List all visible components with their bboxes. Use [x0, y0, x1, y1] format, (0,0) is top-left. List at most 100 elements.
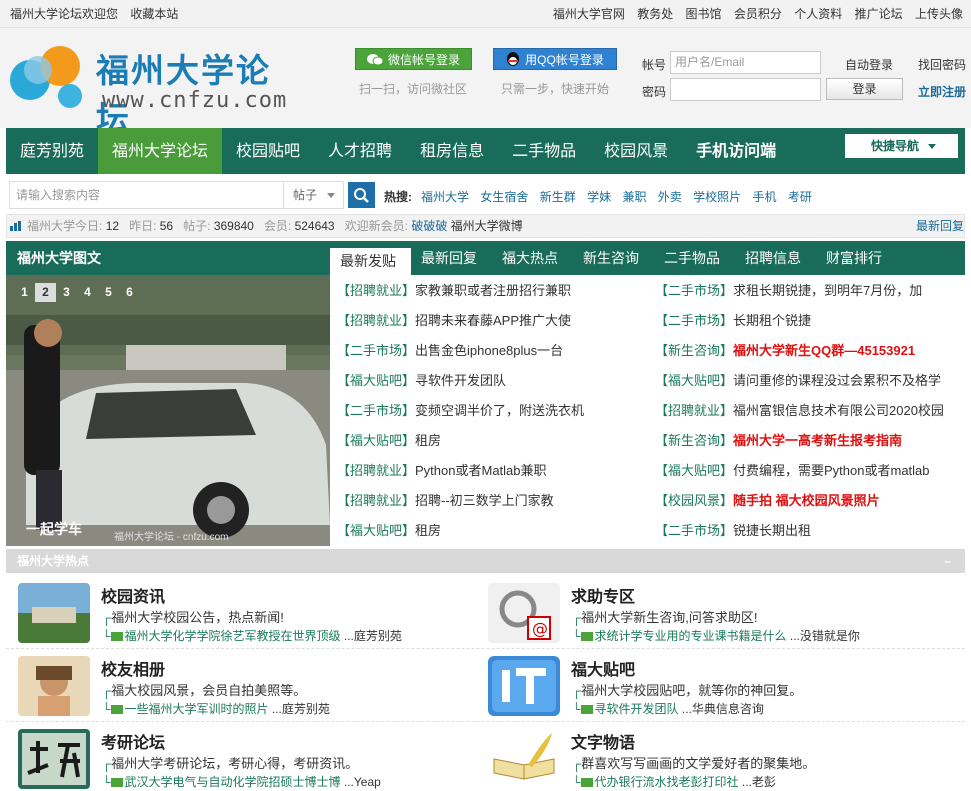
top-link-promote[interactable]: 推广论坛: [855, 7, 903, 21]
post-title[interactable]: 家教兼职或者注册招行兼职: [415, 283, 571, 298]
post-category[interactable]: 【福大贴吧】: [655, 373, 733, 388]
forum-latest-link[interactable]: 代办银行流水找老彭打印社: [595, 775, 739, 789]
hot-term[interactable]: 学妹: [587, 190, 611, 204]
slide-page-1[interactable]: 1: [14, 283, 35, 302]
wechat-login-button[interactable]: 微信帐号登录: [355, 48, 472, 70]
post-category[interactable]: 【二手市场】: [655, 523, 733, 538]
post-title[interactable]: 付费编程，需要Python或者matlab: [733, 463, 930, 478]
post-item[interactable]: 【福大贴吧】租房: [337, 516, 655, 546]
post-category[interactable]: 【福大贴吧】: [337, 433, 415, 448]
qq-login-button[interactable]: 用QQ帐号登录: [493, 48, 617, 70]
password-input[interactable]: [670, 78, 821, 101]
forum-name[interactable]: 文字物语: [571, 729, 635, 753]
post-category[interactable]: 【二手市场】: [655, 283, 733, 298]
post-category[interactable]: 【福大贴吧】: [337, 523, 415, 538]
forum-item[interactable]: 文字物语 ┌群喜欢写写画画的文学爱好者的聚集地。 └ 代办银行流水找老彭打印社 .…: [488, 726, 958, 791]
post-item[interactable]: 【二手市场】锐捷长期出租: [655, 516, 965, 546]
slide-page-2[interactable]: 2: [35, 283, 56, 302]
post-title[interactable]: 请问重修的课程没过会累积不及格学: [733, 373, 941, 388]
post-item[interactable]: 【新生咨询】福州大学一高考新生报考指南: [655, 426, 965, 456]
post-category[interactable]: 【新生咨询】: [655, 433, 733, 448]
post-category[interactable]: 【二手市场】: [655, 313, 733, 328]
post-title[interactable]: 福州富银信息技术有限公司2020校园: [733, 403, 944, 418]
tab-hot[interactable]: 福大热点: [492, 241, 573, 275]
tab-recruit[interactable]: 招聘信息: [735, 241, 816, 275]
post-category[interactable]: 【招聘就业】: [337, 493, 415, 508]
search-button[interactable]: [348, 182, 375, 208]
tab-latest-posts[interactable]: 最新发贴: [330, 248, 411, 275]
post-item[interactable]: 【二手市场】长期租个锐捷: [655, 306, 965, 336]
post-item[interactable]: 【福大贴吧】租房: [337, 426, 655, 456]
top-link-library[interactable]: 图书馆: [686, 7, 722, 21]
hot-term[interactable]: 考研: [788, 190, 812, 204]
post-category[interactable]: 【新生咨询】: [655, 343, 733, 358]
post-category[interactable]: 【福大贴吧】: [337, 373, 415, 388]
forum-latest-author[interactable]: 华典信息咨询: [692, 702, 764, 716]
post-category[interactable]: 【二手市场】: [337, 343, 415, 358]
post-item[interactable]: 【校园风景】随手拍 福大校园风景照片: [655, 486, 965, 516]
new-member-link[interactable]: 破破破: [411, 219, 447, 233]
forum-name[interactable]: 考研论坛: [101, 729, 165, 753]
forum-item[interactable]: 福大贴吧 ┌福州大学校园贴吧，就等你的神回复。 └ 寻软件开发团队 ...华典信息…: [488, 653, 958, 719]
post-category[interactable]: 【招聘就业】: [337, 313, 415, 328]
forum-item[interactable]: @ 求助专区 ┌福州大学新生咨询,问答求助区! └ 求统计学专业用的专业课书籍是什…: [488, 580, 958, 646]
search-type-select[interactable]: 帖子: [284, 181, 344, 209]
slideshow-photo[interactable]: 1 2 3 4 5 6 一起学车 福州大学论坛 - cnfzu.com: [6, 275, 330, 546]
nav-item-scenery[interactable]: 校园风景: [590, 128, 682, 174]
post-title[interactable]: 租房: [415, 433, 441, 448]
hot-term[interactable]: 新生群: [540, 190, 576, 204]
hot-term[interactable]: 学校照片: [693, 190, 741, 204]
post-item[interactable]: 【招聘就业】家教兼职或者注册招行兼职: [337, 276, 655, 306]
forum-item[interactable]: 考研论坛 ┌福州大学考研论坛，考研心得，考研资讯。 └ 武汉大学电气与自动化学院招…: [18, 726, 488, 791]
post-category[interactable]: 【招聘就业】: [655, 403, 733, 418]
post-item[interactable]: 【二手市场】出售金色iphone8plus一台: [337, 336, 655, 366]
post-title[interactable]: 求租长期锐捷，到明年7月份，加: [733, 283, 922, 298]
forum-latest-author[interactable]: Yeap: [354, 775, 381, 789]
forum-latest-author[interactable]: 庭芳别苑: [282, 702, 330, 716]
slide-page-6[interactable]: 6: [119, 283, 140, 302]
hot-term[interactable]: 女生宿舍: [480, 190, 528, 204]
find-password-link[interactable]: 找回密码: [918, 56, 966, 73]
bookmark-link[interactable]: 收藏本站: [130, 7, 178, 21]
post-item[interactable]: 【招聘就业】Python或者Matlab兼职: [337, 456, 655, 486]
quick-nav-button[interactable]: 快捷导航: [845, 134, 958, 158]
forum-latest-author[interactable]: 老彭: [752, 775, 776, 789]
forum-latest-link[interactable]: 武汉大学电气与自动化学院招硕士博士博: [125, 775, 341, 789]
latest-reply-link[interactable]: 最新回复: [916, 215, 964, 237]
post-item[interactable]: 【福大贴吧】付费编程，需要Python或者matlab: [655, 456, 965, 486]
weibo-link[interactable]: 福州大学微博: [451, 219, 523, 233]
forum-name[interactable]: 校园资讯: [101, 583, 165, 607]
nav-item-recruit[interactable]: 人才招聘: [314, 128, 406, 174]
top-link-official[interactable]: 福州大学官网: [553, 7, 625, 21]
forum-name[interactable]: 校友相册: [101, 656, 165, 680]
post-title[interactable]: 福州大学一高考新生报考指南: [733, 433, 902, 448]
forum-name[interactable]: 福大贴吧: [571, 656, 635, 680]
post-title[interactable]: 随手拍 福大校园风景照片: [733, 493, 880, 508]
post-item[interactable]: 【福大贴吧】请问重修的课程没过会累积不及格学: [655, 366, 965, 396]
post-title[interactable]: 招聘--初三数学上门家教: [415, 493, 554, 508]
post-title[interactable]: 锐捷长期出租: [733, 523, 811, 538]
forum-item[interactable]: 校园资讯 ┌福州大学校园公告，热点新闻! └ 福州大学化学学院徐艺军教授在世界顶级…: [18, 580, 488, 646]
top-link-avatar[interactable]: 上传头像: [915, 7, 963, 21]
post-category[interactable]: 【招聘就业】: [337, 283, 415, 298]
nav-item-forum[interactable]: 福州大学论坛: [98, 128, 223, 174]
slide-page-3[interactable]: 3: [56, 283, 77, 302]
login-button[interactable]: 登录: [826, 78, 903, 100]
register-link[interactable]: 立即注册: [918, 83, 966, 100]
post-title[interactable]: Python或者Matlab兼职: [415, 463, 547, 478]
nav-item-tieba[interactable]: 校园贴吧: [222, 128, 314, 174]
hot-term[interactable]: 手机: [753, 190, 777, 204]
nav-item-tingfang[interactable]: 庭芳别苑: [6, 128, 98, 174]
post-category[interactable]: 【二手市场】: [337, 403, 415, 418]
tab-wealth-rank[interactable]: 财富排行: [816, 241, 897, 275]
post-title[interactable]: 变频空调半价了，附送洗衣机: [415, 403, 584, 418]
post-item[interactable]: 【新生咨询】福州大学新生QQ群—45153921: [655, 336, 965, 366]
forum-item[interactable]: 校友相册 ┌福大校园风景，会员自拍美照等。 └ 一些福州大学军训时的照片 ...庭…: [18, 653, 488, 719]
post-title[interactable]: 长期租个锐捷: [733, 313, 811, 328]
nav-item-mobile[interactable]: 手机访问端: [682, 128, 790, 174]
forum-latest-link[interactable]: 求统计学专业用的专业课书籍是什么: [595, 629, 787, 643]
post-title[interactable]: 租房: [415, 523, 441, 538]
account-input[interactable]: 用户名/Email: [670, 51, 821, 74]
post-category[interactable]: 【福大贴吧】: [655, 463, 733, 478]
post-item[interactable]: 【二手市场】求租长期锐捷，到明年7月份，加: [655, 276, 965, 306]
